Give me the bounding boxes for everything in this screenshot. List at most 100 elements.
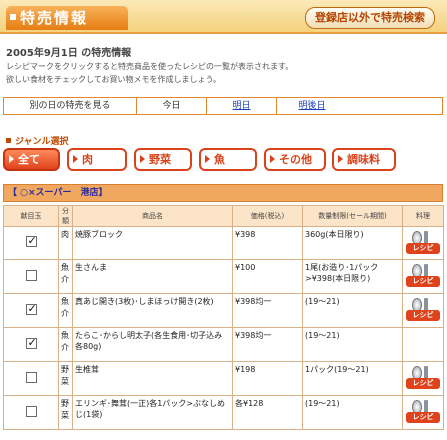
recipe-cell xyxy=(402,327,444,362)
item-price: ¥100 xyxy=(232,259,303,294)
table-row: 肉 焼豚ブロック ¥398 360g(本日限り) レシピ xyxy=(3,226,444,260)
genre-button-vegetable[interactable]: 野菜 xyxy=(134,148,192,171)
genre-button-fish[interactable]: 魚 xyxy=(199,148,257,171)
item-qty: 1尾(お造り･1パック>¥398(本日限り) xyxy=(302,259,403,294)
recipe-cell: レシピ xyxy=(402,395,444,430)
sale-items-table: 献目玉 分類 商品名 価格(税込) 数量制限(セール期間) 料理 肉 焼豚ブロッ… xyxy=(3,205,444,430)
table-row: 魚介 生さんま ¥100 1尾(お造り･1パック>¥398(本日限り) レシピ xyxy=(3,259,444,294)
genre-button-label: 野菜 xyxy=(149,153,171,166)
item-price: ¥398 xyxy=(232,226,303,260)
item-checkbox[interactable] xyxy=(25,269,37,281)
item-checkbox[interactable] xyxy=(25,371,37,383)
item-checkbox[interactable] xyxy=(25,337,37,349)
item-qty: 1パック(19〜21) xyxy=(302,361,403,396)
recipe-button[interactable]: レシピ xyxy=(406,296,440,324)
pick-cell xyxy=(3,293,59,328)
table-row: 魚介 たらこ･からし明太子(各生食用･切子込み各80g) ¥398均一 (19〜… xyxy=(3,327,444,362)
recipe-button[interactable]: レシピ xyxy=(406,398,440,426)
arrow-right-icon xyxy=(338,155,343,163)
pick-cell xyxy=(3,226,59,260)
intro-line: レシピマークをクリックすると特売商品を使ったレシピの一覧が表示されます。 xyxy=(6,62,294,71)
pick-cell xyxy=(3,259,59,294)
genre-button-seasoning[interactable]: 調味料 xyxy=(332,148,396,171)
arrow-right-icon xyxy=(9,155,14,163)
column-header-price: 価格(税込) xyxy=(232,205,303,227)
genre-button-label: その他 xyxy=(279,153,312,166)
column-header-qty: 数量制限(セール期間) xyxy=(302,205,403,227)
item-price: ¥398均一 xyxy=(232,293,303,328)
intro-text: レシピマークをクリックすると特売商品を使ったレシピの一覧が表示されます。 欲しい… xyxy=(6,60,426,86)
intro-line: 欲しい食材をチェックしてお買い物メモを作成しましょう。 xyxy=(6,75,222,84)
column-header-name: 商品名 xyxy=(72,205,233,227)
item-price: 各¥128 xyxy=(232,395,303,430)
recipe-cell: レシピ xyxy=(402,361,444,396)
recipe-label: レシピ xyxy=(406,243,440,254)
item-name: 真あじ開き(3枚)･しまほっけ開き(2枚) xyxy=(72,293,233,328)
day-selector-label: 別の日の特売を見る xyxy=(4,98,137,114)
recipe-button[interactable]: レシピ xyxy=(406,229,440,257)
square-bullet-icon xyxy=(6,138,11,143)
page-title: 特売情報 xyxy=(6,6,128,30)
item-price: ¥398均一 xyxy=(232,327,303,362)
day-after-tomorrow-link[interactable]: 明後日 xyxy=(277,98,347,114)
item-name: たらこ･からし明太子(各生食用･切子込み各80g) xyxy=(72,327,233,362)
recipe-button[interactable]: レシピ xyxy=(406,262,440,290)
recipe-button[interactable]: レシピ xyxy=(406,364,440,392)
pick-cell xyxy=(3,327,59,362)
item-price: ¥198 xyxy=(232,361,303,396)
genre-cell: 野菜 xyxy=(58,361,73,396)
genre-button-label: 肉 xyxy=(82,153,93,166)
arrow-right-icon xyxy=(205,155,210,163)
recipe-cell: レシピ xyxy=(402,226,444,260)
item-qty: 360g(本日限り) xyxy=(302,226,403,260)
column-header-pick: 献目玉 xyxy=(3,205,59,227)
genre-cell: 魚介 xyxy=(58,293,73,328)
table-row: 魚介 真あじ開き(3枚)･しまほっけ開き(2枚) ¥398均一 (19〜21) … xyxy=(3,293,444,328)
recipe-cell: レシピ xyxy=(402,293,444,328)
item-checkbox[interactable] xyxy=(25,303,37,315)
genre-button-meat[interactable]: 肉 xyxy=(67,148,127,171)
item-name: エリンギ･舞茸(一正)各1パック>ぶなしめじ(1袋) xyxy=(72,395,233,430)
genre-button-label: 調味料 xyxy=(347,153,380,166)
item-qty: (19〜21) xyxy=(302,327,403,362)
item-name: 生椎茸 xyxy=(72,361,233,396)
column-header-genre: 分類 xyxy=(58,205,73,227)
item-checkbox[interactable] xyxy=(25,235,37,247)
genre-button-label: 魚 xyxy=(214,153,225,166)
item-qty: (19〜21) xyxy=(302,293,403,328)
store-header: 【 ○×スーパー 港店】 xyxy=(3,184,443,202)
day-today[interactable]: 今日 xyxy=(137,98,207,114)
item-name: 焼豚ブロック xyxy=(72,226,233,260)
genre-section-title: ジャンル選択 xyxy=(6,134,69,147)
genre-cell: 野菜 xyxy=(58,395,73,430)
table-row: 野菜 生椎茸 ¥198 1パック(19〜21) レシピ xyxy=(3,361,444,396)
arrow-right-icon xyxy=(140,155,145,163)
recipe-label: レシピ xyxy=(406,310,440,321)
other-store-search-button[interactable]: 登録店以外で特売検索 xyxy=(305,7,435,29)
title-bar: 特売情報 登録店以外で特売検索 xyxy=(0,0,447,34)
genre-cell: 魚介 xyxy=(58,327,73,362)
table-header-row: 献目玉 分類 商品名 価格(税込) 数量制限(セール期間) 料理 xyxy=(3,205,444,227)
table-row: 野菜 エリンギ･舞茸(一正)各1パック>ぶなしめじ(1袋) 各¥128 (19〜… xyxy=(3,395,444,430)
arrow-right-icon xyxy=(270,155,275,163)
genre-button-other[interactable]: その他 xyxy=(264,148,326,171)
date-heading: 2005年9月1日 の特売情報 xyxy=(6,48,132,59)
recipe-cell: レシピ xyxy=(402,259,444,294)
item-name: 生さんま xyxy=(72,259,233,294)
genre-selector: 全て 肉 野菜 魚 その他 調味料 xyxy=(3,148,443,172)
recipe-label: レシピ xyxy=(406,378,440,389)
recipe-label: レシピ xyxy=(406,276,440,287)
recipe-label: レシピ xyxy=(406,412,440,423)
day-selector: 別の日の特売を見る 今日 明日 明後日 xyxy=(3,97,443,115)
arrow-right-icon xyxy=(73,155,78,163)
genre-button-label: 全て xyxy=(18,153,40,166)
item-checkbox[interactable] xyxy=(25,405,37,417)
genre-cell: 魚介 xyxy=(58,259,73,294)
pick-cell xyxy=(3,361,59,396)
genre-button-all[interactable]: 全て xyxy=(3,148,60,171)
item-qty: (19〜21) xyxy=(302,395,403,430)
genre-cell: 肉 xyxy=(58,226,73,260)
column-header-recipe: 料理 xyxy=(402,205,444,227)
genre-title-label: ジャンル選択 xyxy=(15,137,69,147)
day-tomorrow-link[interactable]: 明日 xyxy=(207,98,277,114)
